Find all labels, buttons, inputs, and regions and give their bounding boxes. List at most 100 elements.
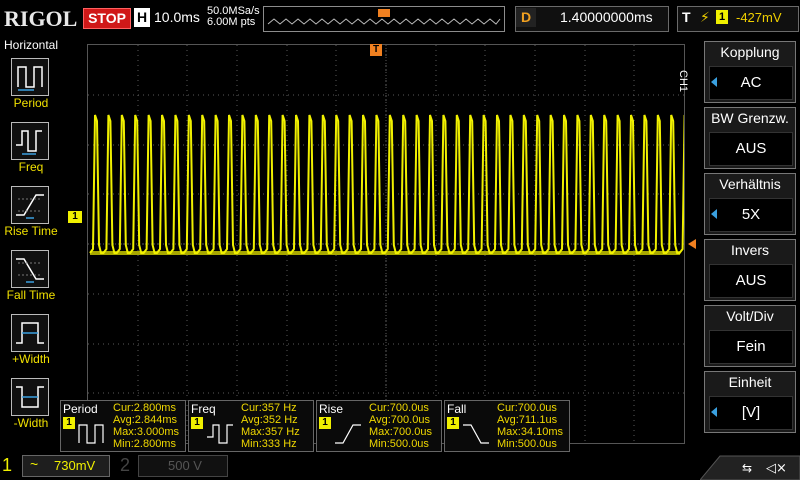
- ch1-waveform-baseline: [90, 251, 680, 255]
- usb-icon: ⇆: [742, 461, 752, 475]
- waveform-grid: [88, 45, 692, 443]
- timebase-label: H: [134, 8, 150, 27]
- probe-ratio-value: 5X: [709, 198, 793, 232]
- mute-icon: ◁×: [766, 461, 787, 476]
- trigger-level-marker[interactable]: [688, 239, 696, 249]
- frequency-icon: [207, 424, 233, 444]
- delay-label: D: [516, 8, 536, 27]
- measurement-min: Min:333 Hz: [241, 438, 297, 450]
- measurement-name: Rise: [319, 402, 344, 416]
- period-icon: [78, 424, 104, 444]
- measure-positive-width-label: +Width: [12, 352, 50, 366]
- timebase-value[interactable]: 10.0ms: [154, 8, 200, 27]
- run-stop-button[interactable]: STOP: [83, 8, 131, 29]
- unit-title: Einheit: [728, 374, 772, 390]
- volt-div-title: Volt/Div: [726, 308, 774, 324]
- measurement-min: Min:2.800ms: [113, 438, 176, 450]
- left-menu-title: Horizontal: [3, 38, 59, 52]
- measurement-cur: Cur:357 Hz: [241, 402, 297, 414]
- measure-period-label: Period: [13, 96, 49, 110]
- measurement-avg: Avg:711.1us: [497, 414, 558, 426]
- trigger-level: -427mV: [736, 10, 782, 25]
- bandwidth-limit-menu-item[interactable]: BW Grenzw. AUS: [704, 107, 796, 169]
- rise-time-icon: [11, 186, 49, 224]
- measurement-min: Min:500.0us: [497, 438, 557, 450]
- volt-div-menu-item[interactable]: Volt/Div Fein: [704, 305, 796, 367]
- measurement-avg: Avg:2.844ms: [113, 414, 178, 426]
- measurement-min: Min:500.0us: [369, 438, 429, 450]
- measurement-avg: Avg:700.0us: [369, 414, 430, 426]
- negative-width-icon: [11, 378, 49, 416]
- rise-time-icon: [335, 424, 361, 444]
- measurement-channel: 1: [63, 417, 75, 429]
- waveform-display-area[interactable]: [87, 44, 692, 444]
- trigger-label: T: [682, 9, 691, 25]
- fall-time-icon: [11, 250, 49, 288]
- probe-ratio-arrow-icon: [711, 209, 717, 219]
- coupling-menu-item[interactable]: Kopplung AC: [704, 41, 796, 103]
- measurement-max: Max:700.0us: [369, 426, 432, 438]
- right-menu-channel-tag: CH1: [677, 70, 689, 93]
- waveform-overview-bar[interactable]: [263, 6, 505, 32]
- measurement-name: Freq: [191, 402, 216, 416]
- volt-div-value: Fein: [709, 330, 793, 364]
- measurement-channel: 1: [191, 417, 203, 429]
- positive-width-icon: [11, 314, 49, 352]
- measurement-rise-time[interactable]: Rise 1 Cur:700.0us Avg:700.0us Max:700.0…: [316, 400, 442, 452]
- measure-period-button[interactable]: Period: [0, 56, 62, 120]
- measure-positive-width-button[interactable]: +Width: [0, 312, 62, 376]
- memory-depth: 6.00M pts: [207, 16, 256, 28]
- trigger-position-marker[interactable]: T: [370, 44, 382, 56]
- ch1-offset-marker[interactable]: 1: [68, 211, 82, 223]
- brand-logo: RIGOL: [4, 6, 78, 31]
- invert-value: AUS: [709, 264, 793, 298]
- measurement-max: Max:3.000ms: [113, 426, 180, 438]
- measurement-avg: Avg:352 Hz: [241, 414, 298, 426]
- measurement-period[interactable]: Period 1 Cur:2.800ms Avg:2.844ms Max:3.0…: [60, 400, 186, 452]
- invert-title: Invers: [730, 242, 770, 258]
- measurement-fall-time[interactable]: Fall 1 Cur:700.0us Avg:711.1us Max:34.10…: [444, 400, 570, 452]
- measurement-name: Fall: [447, 402, 467, 416]
- period-icon: [11, 58, 49, 96]
- acquisition-info: 50.0MSa/s 6.00M pts: [207, 6, 260, 28]
- invert-menu-item[interactable]: Invers AUS: [704, 239, 796, 301]
- measure-rise-time-button[interactable]: Rise Time: [0, 184, 62, 248]
- unit-value: [V]: [709, 396, 793, 430]
- coupling-title: Kopplung: [720, 44, 780, 60]
- measure-negative-width-button[interactable]: -Width: [0, 376, 62, 440]
- bandwidth-limit-value: AUS: [709, 132, 793, 166]
- probe-ratio-menu-item[interactable]: Verhältnis 5X: [704, 173, 796, 235]
- fall-time-icon: [463, 424, 489, 444]
- ch1-scale: 730mV: [54, 458, 96, 473]
- measure-frequency-button[interactable]: Freq: [0, 120, 62, 184]
- measurement-cur: Cur:700.0us: [497, 402, 557, 414]
- bandwidth-limit-title: BW Grenzw.: [711, 110, 789, 126]
- measurement-name: Period: [63, 402, 98, 416]
- measurement-cur: Cur:2.800ms: [113, 402, 176, 414]
- measurement-max: Max:34.10ms: [497, 426, 564, 438]
- ch1-number[interactable]: 1: [2, 455, 12, 476]
- measure-frequency-label: Freq: [18, 160, 44, 174]
- ch2-number[interactable]: 2: [120, 455, 130, 476]
- measurement-frequency[interactable]: Freq 1 Cur:357 Hz Avg:352 Hz Max:357 Hz …: [188, 400, 314, 452]
- measure-fall-time-label: Fall Time: [6, 288, 56, 302]
- measurement-cur: Cur:700.0us: [369, 402, 429, 414]
- overview-waveform: [267, 9, 501, 25]
- measurement-channel: 1: [319, 417, 331, 429]
- measure-fall-time-button[interactable]: Fall Time: [0, 248, 62, 312]
- measurement-channel: 1: [447, 417, 459, 429]
- overview-trigger-marker: [378, 9, 390, 17]
- coupling-value: AC: [709, 66, 793, 100]
- unit-arrow-icon: [711, 407, 717, 417]
- trigger-slope-icon: ⚡: [700, 9, 710, 25]
- ac-coupling-icon: ~: [30, 456, 39, 472]
- frequency-icon: [11, 122, 49, 160]
- unit-menu-item[interactable]: Einheit [V]: [704, 371, 796, 433]
- ch2-scale: 500 V: [168, 458, 202, 473]
- measure-negative-width-label: -Width: [13, 416, 49, 430]
- measure-rise-time-label: Rise Time: [4, 224, 58, 238]
- measurement-max: Max:357 Hz: [241, 426, 300, 438]
- ch1-waveform-trace: [89, 114, 692, 254]
- coupling-arrow-icon: [711, 77, 717, 87]
- status-tray: ⇆ ◁×: [700, 455, 800, 480]
